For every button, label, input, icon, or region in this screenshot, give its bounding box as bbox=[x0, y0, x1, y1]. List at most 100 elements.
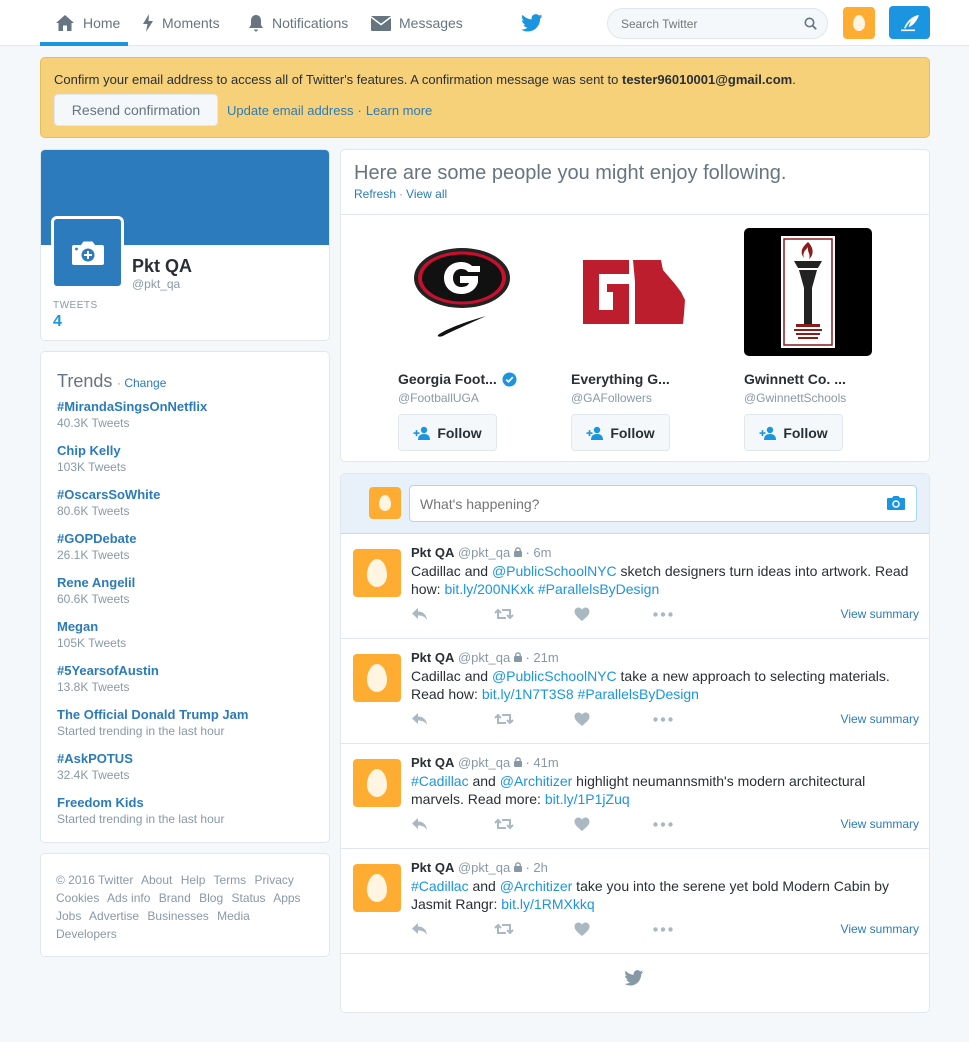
suggestion-name[interactable]: Gwinnett Co. ... bbox=[744, 371, 894, 387]
profile-handle[interactable]: @pkt_qa bbox=[132, 277, 180, 291]
trend-name[interactable]: #OscarsSoWhite bbox=[57, 487, 160, 502]
search-input[interactable] bbox=[608, 9, 788, 38]
trends-change-link[interactable]: Change bbox=[124, 376, 166, 390]
footer-link-blog[interactable]: Blog bbox=[199, 891, 223, 905]
tweet-avatar[interactable] bbox=[353, 759, 401, 807]
footer-link-jobs[interactable]: Jobs bbox=[56, 909, 81, 923]
user-avatar-menu[interactable] bbox=[843, 7, 875, 39]
tweet[interactable]: Pkt QA @pkt_qa · 6m Cadillac and @Public… bbox=[341, 535, 929, 639]
trend-name[interactable]: #MirandaSingsOnNetflix bbox=[57, 399, 207, 414]
tweet-mention[interactable]: @PublicSchoolNYC bbox=[492, 668, 617, 684]
trend-name[interactable]: Chip Kelly bbox=[57, 443, 126, 458]
compose-tweet-button[interactable] bbox=[889, 6, 930, 39]
trend-item[interactable]: #MirandaSingsOnNetflix 40.3K Tweets bbox=[57, 399, 207, 430]
view-summary-link[interactable]: View summary bbox=[841, 607, 919, 621]
suggestion-display-name[interactable]: Everything G... bbox=[571, 371, 670, 387]
learn-more-link[interactable]: Learn more bbox=[366, 103, 432, 118]
view-summary-link[interactable]: View summary bbox=[841, 817, 919, 831]
tweet-author-name[interactable]: Pkt QA bbox=[411, 755, 454, 770]
trend-name[interactable]: Freedom Kids bbox=[57, 795, 224, 810]
tweet-link[interactable]: bit.ly/200NKxk bbox=[444, 581, 533, 597]
view-summary-link[interactable]: View summary bbox=[841, 922, 919, 936]
like-heart-icon[interactable] bbox=[574, 922, 590, 936]
trend-name[interactable]: Megan bbox=[57, 619, 126, 634]
trend-item[interactable]: #GOPDebate 26.1K Tweets bbox=[57, 531, 136, 562]
trend-name[interactable]: #GOPDebate bbox=[57, 531, 136, 546]
trend-name[interactable]: The Official Donald Trump Jam bbox=[57, 707, 248, 722]
footer-link-media[interactable]: Media bbox=[217, 909, 250, 923]
reply-icon[interactable] bbox=[411, 922, 429, 936]
profile-name[interactable]: Pkt QA bbox=[132, 256, 192, 277]
tweet[interactable]: Pkt QA @pkt_qa · 41m #Cadillac and @Arch… bbox=[341, 745, 929, 849]
footer-link-ads-info[interactable]: Ads info bbox=[107, 891, 150, 905]
more-options-icon[interactable] bbox=[653, 927, 673, 932]
follow-button[interactable]: Follow bbox=[398, 414, 497, 451]
tweet-timestamp[interactable]: 6m bbox=[533, 545, 551, 560]
footer-link-advertise[interactable]: Advertise bbox=[89, 909, 139, 923]
tweet-author-name[interactable]: Pkt QA bbox=[411, 545, 454, 560]
tweet-hashtag[interactable]: #ParallelsByDesign bbox=[538, 581, 659, 597]
trend-name[interactable]: #5YearsofAustin bbox=[57, 663, 159, 678]
tweets-stat-count[interactable]: 4 bbox=[53, 313, 62, 331]
footer-link-privacy[interactable]: Privacy bbox=[255, 873, 294, 887]
reply-icon[interactable] bbox=[411, 607, 429, 621]
twitter-bird-icon[interactable] bbox=[521, 14, 543, 35]
suggestion-avatar[interactable] bbox=[744, 228, 872, 356]
tweet-timestamp[interactable]: 2h bbox=[533, 860, 547, 875]
suggestion-name[interactable]: Everything G... bbox=[571, 371, 721, 387]
camera-icon[interactable] bbox=[886, 495, 906, 511]
composer-box[interactable] bbox=[409, 485, 917, 522]
nav-notifications[interactable]: Notifications bbox=[248, 0, 348, 46]
tweet-author-handle[interactable]: @pkt_qa bbox=[458, 545, 510, 560]
tweet-avatar[interactable] bbox=[353, 864, 401, 912]
tweet-author-name[interactable]: Pkt QA bbox=[411, 860, 454, 875]
tweet-author-handle[interactable]: @pkt_qa bbox=[458, 650, 510, 665]
footer-link-cookies[interactable]: Cookies bbox=[56, 891, 99, 905]
tweet-avatar[interactable] bbox=[353, 549, 401, 597]
footer-link-brand[interactable]: Brand bbox=[159, 891, 191, 905]
tweet-compose-input[interactable] bbox=[410, 486, 870, 521]
tweet-link[interactable]: bit.ly/1P1jZuq bbox=[545, 791, 630, 807]
suggestion-handle[interactable]: @GwinnettSchools bbox=[744, 391, 894, 405]
more-options-icon[interactable] bbox=[653, 717, 673, 722]
like-heart-icon[interactable] bbox=[574, 607, 590, 621]
nav-messages[interactable]: Messages bbox=[371, 0, 463, 46]
search-icon[interactable] bbox=[804, 17, 817, 30]
like-heart-icon[interactable] bbox=[574, 817, 590, 831]
trend-item[interactable]: The Official Donald Trump Jam Started tre… bbox=[57, 707, 248, 738]
trend-item[interactable]: Chip Kelly 103K Tweets bbox=[57, 443, 126, 474]
retweet-icon[interactable] bbox=[494, 712, 514, 726]
update-email-link[interactable]: Update email address bbox=[227, 103, 353, 118]
tweet-author-handle[interactable]: @pkt_qa bbox=[458, 755, 510, 770]
nav-home[interactable]: Home bbox=[55, 0, 120, 46]
tweet-mention[interactable]: @Architizer bbox=[500, 878, 573, 894]
footer-link-developers[interactable]: Developers bbox=[56, 927, 117, 941]
reply-icon[interactable] bbox=[411, 712, 429, 726]
trend-name[interactable]: #AskPOTUS bbox=[57, 751, 133, 766]
suggestion-handle[interactable]: @GAFollowers bbox=[571, 391, 721, 405]
tweet-author-handle[interactable]: @pkt_qa bbox=[458, 860, 510, 875]
more-options-icon[interactable] bbox=[653, 822, 673, 827]
suggestion-display-name[interactable]: Georgia Foot... bbox=[398, 371, 497, 387]
tweet[interactable]: Pkt QA @pkt_qa · 2h #Cadillac and @Archi… bbox=[341, 850, 929, 954]
view-all-link[interactable]: View all bbox=[406, 187, 447, 201]
refresh-link[interactable]: Refresh bbox=[354, 187, 396, 201]
tweet-link[interactable]: bit.ly/1RMXkkq bbox=[501, 896, 594, 912]
more-options-icon[interactable] bbox=[653, 612, 673, 617]
suggestion-name[interactable]: Georgia Foot... bbox=[398, 371, 548, 387]
tweet-mention[interactable]: @Architizer bbox=[500, 773, 573, 789]
suggestion-display-name[interactable]: Gwinnett Co. ... bbox=[744, 371, 846, 387]
trend-item[interactable]: #OscarsSoWhite 80.6K Tweets bbox=[57, 487, 160, 518]
trend-item[interactable]: Freedom Kids Started trending in the last… bbox=[57, 795, 224, 826]
tweet[interactable]: Pkt QA @pkt_qa · 21m Cadillac and @Publi… bbox=[341, 640, 929, 744]
like-heart-icon[interactable] bbox=[574, 712, 590, 726]
tweet-author-name[interactable]: Pkt QA bbox=[411, 650, 454, 665]
tweet-mention[interactable]: @PublicSchoolNYC bbox=[492, 563, 617, 579]
suggestion-avatar[interactable] bbox=[571, 228, 699, 356]
trend-name[interactable]: Rene Angelil bbox=[57, 575, 135, 590]
trend-item[interactable]: Megan 105K Tweets bbox=[57, 619, 126, 650]
retweet-icon[interactable] bbox=[494, 607, 514, 621]
footer-link-terms[interactable]: Terms bbox=[214, 873, 247, 887]
tweet-timestamp[interactable]: 41m bbox=[533, 755, 558, 770]
search-box[interactable] bbox=[607, 8, 828, 39]
